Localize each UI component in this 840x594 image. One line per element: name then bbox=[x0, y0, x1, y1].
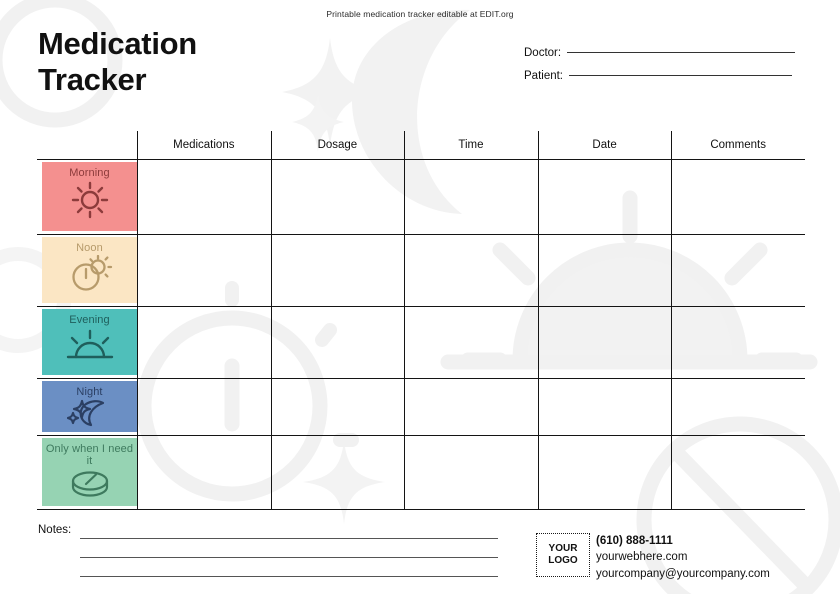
contact-email[interactable]: yourcompany@yourcompany.com bbox=[596, 566, 770, 582]
contact-phone: (610) 888-1111 bbox=[596, 535, 673, 547]
notes-line-2[interactable] bbox=[80, 557, 498, 558]
patient-field[interactable]: Patient: bbox=[524, 70, 792, 82]
table-divider-3 bbox=[537, 131, 539, 510]
row-label-night-text: Night bbox=[76, 386, 103, 398]
doctor-input-line[interactable] bbox=[567, 52, 796, 53]
row-label-morning-text: Morning bbox=[69, 167, 110, 179]
doctor-label: Doctor: bbox=[524, 47, 562, 59]
row-label-noon[interactable]: Noon bbox=[42, 237, 137, 303]
table-rule-4 bbox=[37, 435, 805, 436]
logo-placeholder[interactable]: YOUR LOGO bbox=[536, 533, 590, 577]
row-label-evening-text: Evening bbox=[69, 314, 110, 326]
row-label-evening[interactable]: Evening bbox=[42, 309, 137, 375]
patient-input-line[interactable] bbox=[569, 75, 792, 76]
table-rule-2 bbox=[37, 306, 805, 307]
pill-icon bbox=[71, 471, 108, 497]
table-rule-3 bbox=[37, 378, 805, 379]
table-rule-bottom bbox=[37, 509, 805, 510]
clock-sun-icon bbox=[71, 255, 112, 291]
row-label-only-when-needed-text: Only when I need it bbox=[45, 443, 134, 468]
contact-website[interactable]: yourwebhere.com bbox=[596, 549, 770, 565]
page-title: Medication Tracker bbox=[38, 26, 468, 99]
medication-tracker-page: Printable medication tracker editable at… bbox=[0, 0, 840, 594]
row-label-morning[interactable]: Morning bbox=[42, 162, 137, 231]
notes-line-1[interactable] bbox=[80, 538, 498, 539]
doctor-field[interactable]: Doctor: bbox=[524, 47, 796, 59]
contact-block: (610) 888-1111 yourwebhere.com yourcompa… bbox=[596, 533, 770, 582]
sun-icon bbox=[71, 182, 108, 219]
page-title-line-1: Medication bbox=[38, 26, 197, 61]
column-header-date: Date bbox=[592, 139, 617, 151]
table-column-headers: Medications Dosage Time Date Comments bbox=[137, 131, 805, 159]
logo-line-2: LOGO bbox=[548, 555, 578, 566]
table-divider-1 bbox=[270, 131, 272, 510]
medication-table: Medications Dosage Time Date Comments Mo… bbox=[37, 131, 805, 510]
row-label-only-when-needed[interactable]: Only when I need it bbox=[42, 438, 137, 506]
notes-label: Notes: bbox=[38, 524, 72, 536]
row-label-night[interactable]: Night bbox=[42, 381, 137, 432]
table-divider-left bbox=[137, 131, 138, 510]
table-divider-2 bbox=[404, 131, 406, 510]
moon-stars-icon bbox=[66, 400, 104, 427]
table-divider-4 bbox=[671, 131, 673, 510]
column-header-dosage: Dosage bbox=[317, 139, 358, 151]
credit-text: Printable medication tracker editable at… bbox=[326, 9, 514, 19]
column-header-medications: Medications bbox=[173, 139, 235, 151]
page-title-line-2: Tracker bbox=[38, 62, 147, 98]
column-header-comments: Comments bbox=[710, 139, 766, 151]
table-rule-header bbox=[37, 159, 805, 160]
table-rule-1 bbox=[37, 234, 805, 235]
notes-line-3[interactable] bbox=[80, 576, 498, 577]
column-header-time: Time bbox=[458, 139, 484, 151]
row-label-noon-text: Noon bbox=[76, 242, 103, 254]
patient-label: Patient: bbox=[524, 70, 563, 82]
logo-line-1: YOUR bbox=[548, 543, 578, 555]
sunset-icon bbox=[66, 330, 113, 359]
